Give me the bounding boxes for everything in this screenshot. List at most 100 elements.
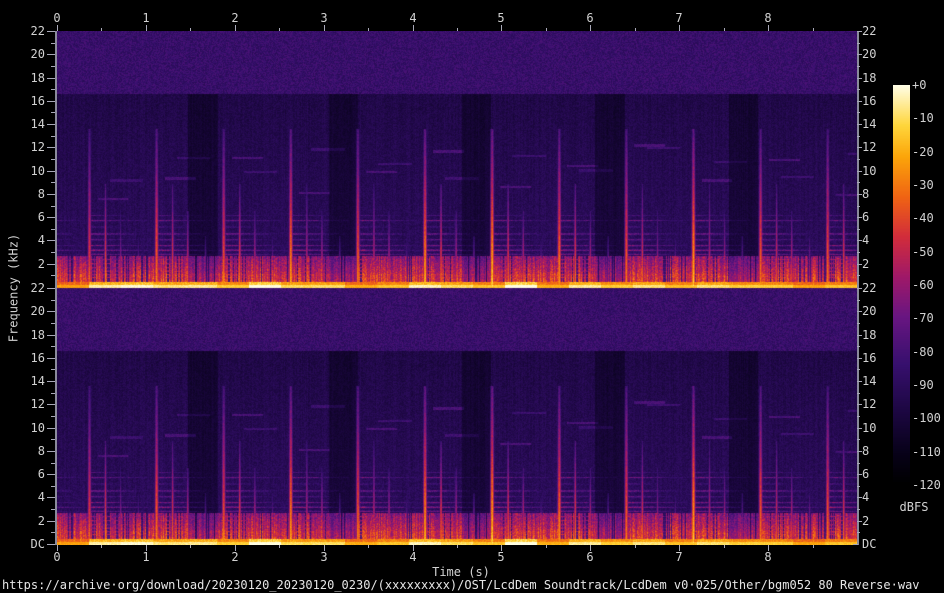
colorbar-tick-label: -120 [912,478,941,492]
freq-dc-label-left: DC [30,537,45,551]
freq-tick-label-left: 16 [30,351,45,365]
time-tick-label-top: 1 [142,11,150,25]
freq-minor-tick-right [857,182,860,183]
time-minor-tick-top [457,28,458,31]
colorbar-tick-label: -100 [912,411,941,425]
freq-tick-label-right: 22 [862,281,877,295]
time-tick-label-top: 8 [764,11,772,25]
freq-tick-label-left: 2 [37,514,45,528]
freq-tick-label-right: 8 [862,444,870,458]
freq-major-tick-left [47,78,55,79]
freq-major-tick-right [853,544,858,545]
freq-minor-tick-left [51,463,55,464]
freq-major-tick-left [47,497,55,498]
freq-tick-label-left: 10 [30,421,45,435]
frequency-axis-title: Frequency (kHz) [6,233,21,343]
freq-minor-tick-left [51,112,55,113]
freq-minor-tick-right [857,252,860,253]
freq-tick-label-left: 4 [37,490,45,504]
freq-minor-tick-right [857,509,860,510]
colorbar-tick-label: -30 [912,178,934,192]
freq-major-tick-left [47,358,55,359]
freq-major-tick-left [47,428,55,429]
time-tick-label-bottom: 5 [497,550,505,564]
freq-minor-tick-right [857,323,860,324]
freq-tick-label-right: 18 [862,328,877,342]
time-major-tick-top [768,25,769,31]
freq-tick-label-right: 8 [862,187,870,201]
freq-minor-tick-left [51,252,55,253]
colorbar-canvas [893,85,910,485]
freq-minor-tick-right [857,206,860,207]
colorbar-tick-label: -110 [912,445,941,459]
freq-major-tick-left [47,521,55,522]
time-minor-tick-bottom [813,545,814,548]
freq-minor-tick-left [51,229,55,230]
time-minor-tick-top [635,28,636,31]
freq-minor-tick-right [857,89,860,90]
freq-tick-label-left: 10 [30,164,45,178]
freq-major-tick-left [47,124,55,125]
freq-tick-label-left: 14 [30,374,45,388]
freq-minor-tick-right [857,66,860,67]
freq-minor-tick-left [51,486,55,487]
freq-tick-label-right: 18 [862,71,877,85]
freq-minor-tick-left [51,43,55,44]
freq-tick-label-right: 12 [862,397,877,411]
colorbar-tick-label: -60 [912,278,934,292]
freq-tick-label-right: 4 [862,490,870,504]
source-url-text: https://archive·org/download/20230120_20… [2,578,920,592]
freq-major-tick-left [47,544,55,545]
time-minor-tick-top [279,28,280,31]
time-minor-tick-top [546,28,547,31]
freq-tick-label-left: 12 [30,397,45,411]
time-tick-label-bottom: 2 [231,550,239,564]
freq-tick-label-right: 4 [862,233,870,247]
time-tick-label-top: 3 [320,11,328,25]
freq-minor-tick-right [857,275,860,276]
freq-minor-tick-left [51,532,55,533]
freq-tick-label-left: 22 [30,24,45,38]
time-major-tick-top [413,25,414,31]
freq-minor-tick-right [857,346,860,347]
freq-tick-label-right: 16 [862,94,877,108]
time-tick-label-top: 6 [586,11,594,25]
freq-minor-tick-left [51,323,55,324]
freq-minor-tick-left [51,346,55,347]
freq-tick-label-left: 14 [30,117,45,131]
spectrogram-canvas [57,31,857,545]
time-tick-label-bottom: 1 [142,550,150,564]
freq-major-tick-left [47,171,55,172]
freq-tick-label-left: 12 [30,140,45,154]
freq-minor-tick-right [857,229,860,230]
freq-major-tick-left [47,31,55,32]
time-major-tick-top [146,25,147,31]
colorbar-tick-label: -80 [912,345,934,359]
colorbar-tick-label: -90 [912,378,934,392]
time-minor-tick-bottom [368,545,369,548]
freq-minor-tick-left [51,416,55,417]
freq-minor-tick-right [857,416,860,417]
freq-major-tick-left [47,194,55,195]
freq-minor-tick-left [51,182,55,183]
time-major-tick-top [235,25,236,31]
freq-minor-tick-left [51,509,55,510]
freq-tick-label-right: 2 [862,257,870,271]
freq-tick-label-right: 6 [862,467,870,481]
freq-tick-label-right: 14 [862,117,877,131]
freq-minor-tick-right [857,112,860,113]
colorbar-tick-label: -50 [912,245,934,259]
freq-tick-label-right: 14 [862,374,877,388]
time-minor-tick-bottom [279,545,280,548]
freq-major-tick-left [47,288,55,289]
time-tick-label-top: 0 [53,11,61,25]
freq-minor-tick-right [857,159,860,160]
time-minor-tick-bottom [190,545,191,548]
time-major-tick-top [590,25,591,31]
time-tick-label-bottom: 3 [320,550,328,564]
freq-tick-label-left: 8 [37,187,45,201]
freq-minor-tick-right [857,300,860,301]
time-tick-label-bottom: 8 [764,550,772,564]
freq-minor-tick-left [51,439,55,440]
freq-major-tick-left [47,335,55,336]
